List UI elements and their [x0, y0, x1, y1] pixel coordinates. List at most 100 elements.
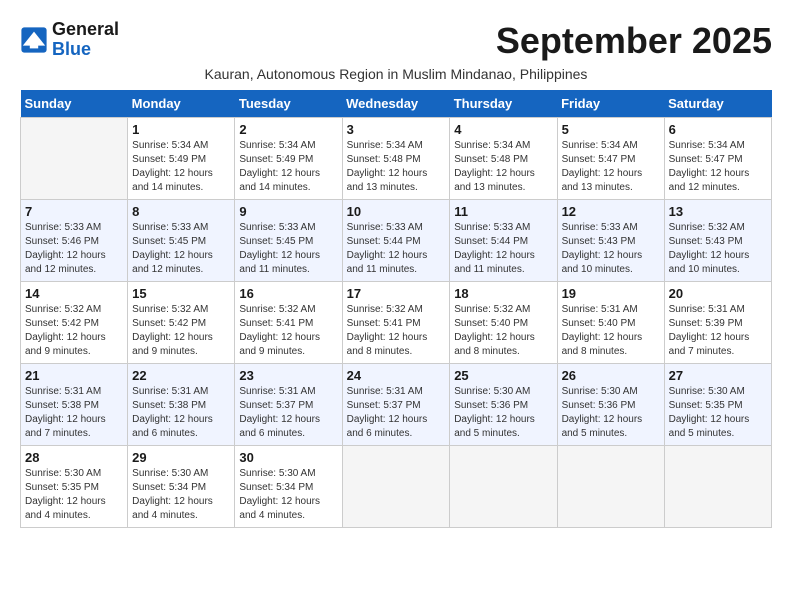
- header-day: Tuesday: [235, 90, 342, 118]
- day-number: 22: [132, 368, 230, 383]
- calendar-cell: 1 Sunrise: 5:34 AM Sunset: 5:49 PM Daylig…: [128, 118, 235, 200]
- calendar-cell: 2 Sunrise: 5:34 AM Sunset: 5:49 PM Daylig…: [235, 118, 342, 200]
- day-number: 21: [25, 368, 123, 383]
- day-detail: Sunrise: 5:31 AM Sunset: 5:39 PM Dayligh…: [669, 303, 767, 359]
- calendar-header: SundayMondayTuesdayWednesdayThursdayFrid…: [21, 90, 772, 118]
- calendar-cell: [450, 446, 557, 528]
- day-number: 25: [454, 368, 552, 383]
- day-detail: Sunrise: 5:31 AM Sunset: 5:37 PM Dayligh…: [239, 385, 337, 441]
- day-number: 29: [132, 450, 230, 465]
- logo-icon: [20, 26, 48, 54]
- day-detail: Sunrise: 5:32 AM Sunset: 5:42 PM Dayligh…: [25, 303, 123, 359]
- day-detail: Sunrise: 5:34 AM Sunset: 5:48 PM Dayligh…: [347, 139, 446, 195]
- day-detail: Sunrise: 5:31 AM Sunset: 5:38 PM Dayligh…: [25, 385, 123, 441]
- day-number: 14: [25, 286, 123, 301]
- day-number: 13: [669, 204, 767, 219]
- day-number: 12: [562, 204, 660, 219]
- day-detail: Sunrise: 5:32 AM Sunset: 5:43 PM Dayligh…: [669, 221, 767, 277]
- day-number: 10: [347, 204, 446, 219]
- month-title: September 2025: [496, 20, 772, 62]
- day-detail: Sunrise: 5:32 AM Sunset: 5:40 PM Dayligh…: [454, 303, 552, 359]
- header-day: Thursday: [450, 90, 557, 118]
- day-number: 11: [454, 204, 552, 219]
- calendar-cell: [557, 446, 664, 528]
- header-day: Sunday: [21, 90, 128, 118]
- calendar-cell: 30 Sunrise: 5:30 AM Sunset: 5:34 PM Dayli…: [235, 446, 342, 528]
- calendar-cell: 19Sunrise: 5:31 AM Sunset: 5:40 PM Dayli…: [557, 282, 664, 364]
- header-row: SundayMondayTuesdayWednesdayThursdayFrid…: [21, 90, 772, 118]
- calendar-cell: 7Sunrise: 5:33 AM Sunset: 5:46 PM Daylig…: [21, 200, 128, 282]
- header-day: Wednesday: [342, 90, 450, 118]
- day-detail: Sunrise: 5:30 AM Sunset: 5:36 PM Dayligh…: [454, 385, 552, 441]
- day-number: 20: [669, 286, 767, 301]
- day-number: 4: [454, 122, 552, 137]
- calendar-cell: 22Sunrise: 5:31 AM Sunset: 5:38 PM Dayli…: [128, 364, 235, 446]
- calendar-cell: [21, 118, 128, 200]
- day-number: 30: [239, 450, 337, 465]
- day-detail: Sunrise: 5:34 AM Sunset: 5:47 PM Dayligh…: [669, 139, 767, 195]
- calendar-week-row: 14 Sunrise: 5:32 AM Sunset: 5:42 PM Dayli…: [21, 282, 772, 364]
- calendar-cell: 13 Sunrise: 5:32 AM Sunset: 5:43 PM Dayli…: [664, 200, 771, 282]
- day-detail: Sunrise: 5:30 AM Sunset: 5:35 PM Dayligh…: [669, 385, 767, 441]
- day-detail: Sunrise: 5:32 AM Sunset: 5:42 PM Dayligh…: [132, 303, 230, 359]
- day-number: 24: [347, 368, 446, 383]
- day-detail: Sunrise: 5:34 AM Sunset: 5:48 PM Dayligh…: [454, 139, 552, 195]
- day-detail: Sunrise: 5:34 AM Sunset: 5:49 PM Dayligh…: [132, 139, 230, 195]
- day-number: 8: [132, 204, 230, 219]
- day-detail: Sunrise: 5:32 AM Sunset: 5:41 PM Dayligh…: [347, 303, 446, 359]
- day-detail: Sunrise: 5:33 AM Sunset: 5:45 PM Dayligh…: [132, 221, 230, 277]
- calendar-cell: 25 Sunrise: 5:30 AM Sunset: 5:36 PM Dayli…: [450, 364, 557, 446]
- calendar-cell: 5Sunrise: 5:34 AM Sunset: 5:47 PM Daylig…: [557, 118, 664, 200]
- day-detail: Sunrise: 5:30 AM Sunset: 5:34 PM Dayligh…: [132, 467, 230, 523]
- day-number: 1: [132, 122, 230, 137]
- calendar-cell: 16 Sunrise: 5:32 AM Sunset: 5:41 PM Dayli…: [235, 282, 342, 364]
- calendar-cell: 8 Sunrise: 5:33 AM Sunset: 5:45 PM Daylig…: [128, 200, 235, 282]
- day-number: 9: [239, 204, 337, 219]
- calendar-table: SundayMondayTuesdayWednesdayThursdayFrid…: [20, 90, 772, 528]
- calendar-cell: 21 Sunrise: 5:31 AM Sunset: 5:38 PM Dayli…: [21, 364, 128, 446]
- calendar-cell: 24Sunrise: 5:31 AM Sunset: 5:37 PM Dayli…: [342, 364, 450, 446]
- calendar-cell: 26 Sunrise: 5:30 AM Sunset: 5:36 PM Dayli…: [557, 364, 664, 446]
- day-detail: Sunrise: 5:34 AM Sunset: 5:49 PM Dayligh…: [239, 139, 337, 195]
- calendar-cell: 23Sunrise: 5:31 AM Sunset: 5:37 PM Dayli…: [235, 364, 342, 446]
- day-number: 27: [669, 368, 767, 383]
- day-number: 26: [562, 368, 660, 383]
- day-number: 15: [132, 286, 230, 301]
- calendar-cell: 3 Sunrise: 5:34 AM Sunset: 5:48 PM Daylig…: [342, 118, 450, 200]
- logo: General Blue: [20, 20, 119, 60]
- header-day: Friday: [557, 90, 664, 118]
- day-number: 17: [347, 286, 446, 301]
- calendar-cell: 17 Sunrise: 5:32 AM Sunset: 5:41 PM Dayli…: [342, 282, 450, 364]
- calendar-cell: 6Sunrise: 5:34 AM Sunset: 5:47 PM Daylig…: [664, 118, 771, 200]
- calendar-cell: [664, 446, 771, 528]
- day-detail: Sunrise: 5:33 AM Sunset: 5:44 PM Dayligh…: [454, 221, 552, 277]
- day-number: 16: [239, 286, 337, 301]
- calendar-cell: 28Sunrise: 5:30 AM Sunset: 5:35 PM Dayli…: [21, 446, 128, 528]
- calendar-cell: 14 Sunrise: 5:32 AM Sunset: 5:42 PM Dayli…: [21, 282, 128, 364]
- calendar-cell: 29 Sunrise: 5:30 AM Sunset: 5:34 PM Dayli…: [128, 446, 235, 528]
- calendar-cell: 9 Sunrise: 5:33 AM Sunset: 5:45 PM Daylig…: [235, 200, 342, 282]
- day-detail: Sunrise: 5:33 AM Sunset: 5:43 PM Dayligh…: [562, 221, 660, 277]
- calendar-body: 1 Sunrise: 5:34 AM Sunset: 5:49 PM Daylig…: [21, 118, 772, 528]
- calendar-week-row: 7Sunrise: 5:33 AM Sunset: 5:46 PM Daylig…: [21, 200, 772, 282]
- calendar-cell: 15 Sunrise: 5:32 AM Sunset: 5:42 PM Dayli…: [128, 282, 235, 364]
- calendar-week-row: 1 Sunrise: 5:34 AM Sunset: 5:49 PM Daylig…: [21, 118, 772, 200]
- calendar-cell: 10 Sunrise: 5:33 AM Sunset: 5:44 PM Dayli…: [342, 200, 450, 282]
- day-detail: Sunrise: 5:32 AM Sunset: 5:41 PM Dayligh…: [239, 303, 337, 359]
- day-detail: Sunrise: 5:30 AM Sunset: 5:34 PM Dayligh…: [239, 467, 337, 523]
- day-detail: Sunrise: 5:33 AM Sunset: 5:45 PM Dayligh…: [239, 221, 337, 277]
- calendar-cell: 12 Sunrise: 5:33 AM Sunset: 5:43 PM Dayli…: [557, 200, 664, 282]
- day-number: 7: [25, 204, 123, 219]
- calendar-cell: 11 Sunrise: 5:33 AM Sunset: 5:44 PM Dayli…: [450, 200, 557, 282]
- day-number: 2: [239, 122, 337, 137]
- logo-text-line1: General: [52, 20, 119, 40]
- day-detail: Sunrise: 5:31 AM Sunset: 5:40 PM Dayligh…: [562, 303, 660, 359]
- day-detail: Sunrise: 5:30 AM Sunset: 5:35 PM Dayligh…: [25, 467, 123, 523]
- header-day: Saturday: [664, 90, 771, 118]
- calendar-cell: [342, 446, 450, 528]
- day-number: 3: [347, 122, 446, 137]
- logo-text-line2: Blue: [52, 40, 119, 60]
- day-detail: Sunrise: 5:33 AM Sunset: 5:44 PM Dayligh…: [347, 221, 446, 277]
- day-detail: Sunrise: 5:30 AM Sunset: 5:36 PM Dayligh…: [562, 385, 660, 441]
- calendar-week-row: 28Sunrise: 5:30 AM Sunset: 5:35 PM Dayli…: [21, 446, 772, 528]
